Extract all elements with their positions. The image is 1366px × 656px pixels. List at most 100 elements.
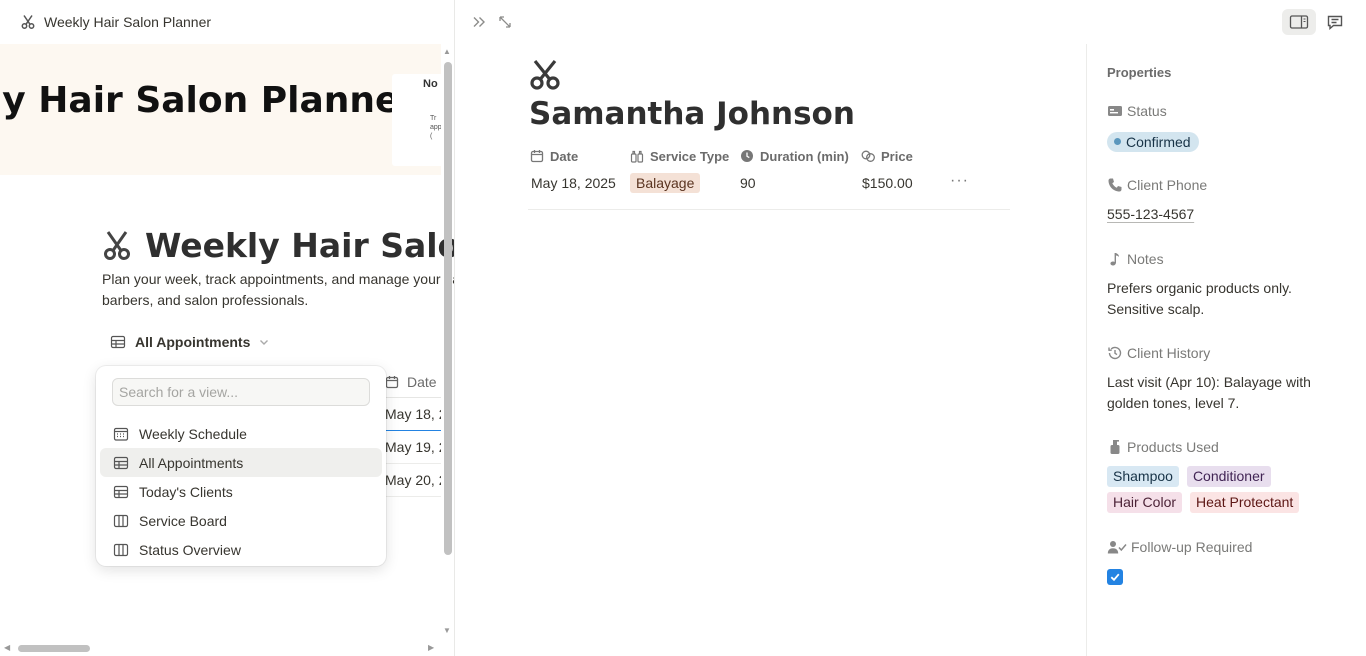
prop-label-text: Follow-up Required [1131, 539, 1253, 555]
scroll-up-arrow-icon[interactable]: ▲ [443, 47, 451, 56]
cover-card-text: Tr app ( [430, 114, 441, 141]
table-icon [113, 485, 129, 498]
view-picker-popover: Weekly Schedule All Appointments Today's… [96, 366, 386, 566]
clock-icon [741, 150, 753, 162]
record-title[interactable]: Samantha Johnson [529, 96, 855, 132]
table-icon [110, 335, 126, 349]
view-item-label: Weekly Schedule [139, 425, 247, 442]
notes-label[interactable]: Notes [1107, 251, 1164, 267]
products-used-label[interactable]: Products Used [1107, 439, 1219, 455]
current-view-label: All Appointments [135, 334, 251, 350]
view-item-label: All Appointments [139, 454, 244, 471]
comment-icon [1327, 15, 1343, 31]
cover-title: kly Hair Salon Planner [0, 80, 418, 121]
status-dot [1114, 138, 1121, 145]
bottles-icon [630, 150, 644, 163]
open-full-page-button[interactable] [494, 11, 516, 33]
cover-image: kly Hair Salon Planner No Tr app ( [0, 44, 441, 175]
expand-icon [499, 16, 511, 28]
window-title: Weekly Hair Salon Planner [44, 14, 212, 30]
table-row[interactable]: May 19, 2 [380, 431, 441, 464]
music-note-icon [1110, 253, 1119, 266]
cover-card-title: No [423, 78, 438, 90]
view-item-weekly-schedule[interactable]: Weekly Schedule [100, 419, 382, 448]
date-value[interactable]: May 18, 2025 [531, 173, 616, 193]
properties-heading: Properties [1107, 65, 1172, 80]
side-panel-icon [1289, 15, 1309, 29]
column-header-price[interactable]: Price [861, 146, 913, 166]
column-header-service-type[interactable]: Service Type [630, 146, 729, 166]
view-item-all-appointments[interactable]: All Appointments [100, 448, 382, 477]
client-phone-value[interactable]: 555-123-4567 [1107, 204, 1194, 225]
column-header-label: Date [550, 148, 579, 164]
view-item-todays-clients[interactable]: Today's Clients [100, 477, 382, 506]
cover-card-line: Tr [430, 115, 437, 122]
prop-label-text: Client History [1127, 345, 1211, 361]
view-item-label: Today's Clients [139, 483, 233, 500]
scroll-right-arrow-icon[interactable]: ▶ [428, 643, 434, 652]
view-list: Weekly Schedule All Appointments Today's… [96, 419, 386, 564]
close-peek-button[interactable] [468, 11, 490, 33]
cover-card: No Tr app ( [392, 74, 441, 166]
view-search-input[interactable] [112, 378, 370, 406]
prop-label-text: Status [1127, 103, 1167, 119]
calendar-icon [530, 150, 544, 163]
status-card-icon [1108, 106, 1122, 116]
scissors-icon [21, 15, 35, 29]
table-row[interactable]: May 18, 2 [380, 398, 441, 431]
client-phone-label[interactable]: Client Phone [1107, 177, 1207, 193]
board-icon [113, 514, 129, 527]
notes-value[interactable]: Prefers organic products only. Sensitive… [1107, 278, 1327, 320]
comments-button[interactable] [1324, 11, 1346, 33]
client-history-label[interactable]: Client History [1107, 345, 1210, 361]
scissors-icon[interactable] [528, 58, 562, 92]
client-history-value[interactable]: Last visit (Apr 10): Balayage with golde… [1107, 372, 1332, 414]
column-header-duration[interactable]: Duration (min) [740, 146, 849, 166]
left-topbar: Weekly Hair Salon Planner [0, 0, 454, 44]
record-properties-row: Date Service Type Duration (min) Price M… [528, 144, 1010, 210]
followup-checkbox[interactable] [1107, 569, 1123, 585]
product-tag: Conditioner [1186, 466, 1271, 487]
cover-card-line: ( [430, 133, 433, 140]
column-header-label: Duration (min) [760, 148, 849, 164]
service-type-tag: Balayage [630, 173, 701, 193]
vertical-scrollbar-thumb[interactable] [444, 62, 452, 555]
status-text: Confirmed [1126, 133, 1191, 150]
table-icon [113, 456, 129, 469]
status-value[interactable]: Confirmed [1107, 130, 1199, 152]
more-options-button[interactable]: ··· [950, 172, 969, 190]
products-used-value[interactable]: Shampoo Conditioner Hair Color Heat Prot… [1107, 466, 1337, 513]
table-header-date[interactable]: Date [380, 366, 441, 398]
calendar-icon [385, 375, 399, 388]
prop-label-text: Notes [1127, 251, 1164, 267]
chevron-down-icon [260, 340, 269, 345]
page-title: Weekly Hair Salon P [145, 226, 454, 265]
column-header-date[interactable]: Date [530, 146, 578, 166]
left-pane: Weekly Hair Salon Planner kly Hair Salon… [0, 0, 454, 656]
prop-label-text: Client Phone [1127, 177, 1208, 193]
horizontal-scrollbar-thumb[interactable] [18, 645, 90, 652]
status-label[interactable]: Status [1107, 103, 1167, 119]
view-item-service-board[interactable]: Service Board [100, 506, 382, 535]
record-peek-pane: Samantha Johnson Date Service Type Durat… [455, 0, 1366, 656]
cover-card-line: app [430, 124, 441, 131]
view-item-label: Status Overview [139, 541, 241, 558]
duration-value[interactable]: 90 [740, 173, 756, 193]
product-tag: Shampoo [1107, 466, 1179, 487]
view-switcher-button[interactable]: All Appointments [110, 334, 270, 350]
followup-label[interactable]: Follow-up Required [1107, 539, 1252, 555]
column-header-label: Service Type [650, 148, 730, 164]
history-icon [1108, 346, 1122, 360]
prop-label-text: Products Used [1127, 439, 1219, 455]
scroll-left-arrow-icon[interactable]: ◀ [4, 643, 10, 652]
table-row[interactable]: May 20, 2 [380, 464, 441, 497]
appointments-table: Date May 18, 2 May 19, 2 May 20, 2 [380, 366, 441, 497]
product-tag: Heat Protectant [1190, 492, 1300, 513]
checkmark-icon [1110, 573, 1120, 582]
price-value[interactable]: $150.00 [862, 173, 913, 193]
scroll-down-arrow-icon[interactable]: ▼ [443, 626, 451, 635]
view-item-status-overview[interactable]: Status Overview [100, 535, 382, 564]
service-type-cell[interactable]: Balayage [630, 173, 701, 193]
toggle-properties-panel-button[interactable] [1282, 9, 1316, 35]
column-header-label: Price [881, 148, 913, 164]
